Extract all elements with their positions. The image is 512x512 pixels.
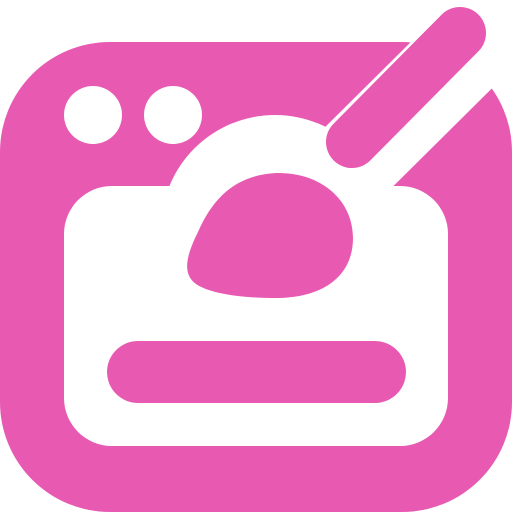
icon-canvas [0,0,512,512]
window-dot-1-icon [64,86,122,144]
content-line-bar [107,341,406,403]
web-design-paintbrush-icon [0,0,512,512]
window-dot-2-icon [144,86,202,144]
